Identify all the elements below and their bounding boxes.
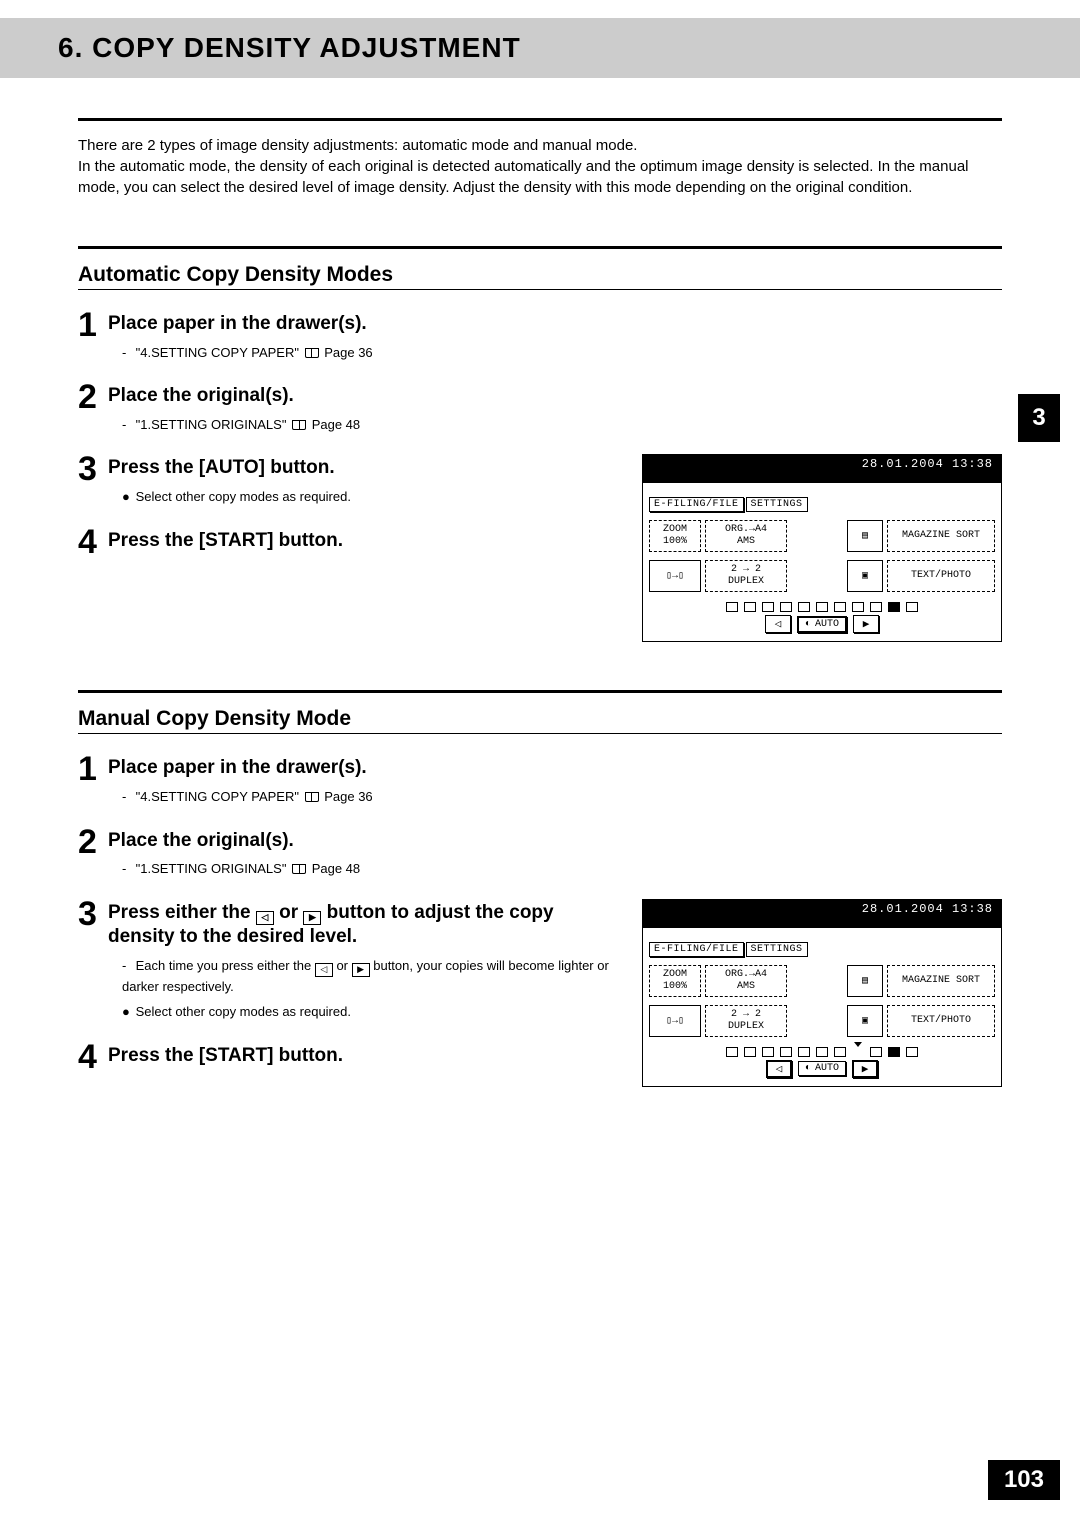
btn-text-photo[interactable]: TEXT/PHOTO [887,560,995,592]
step-title: Press the [START] button. [108,1044,614,1069]
step-note: ● Select other copy modes as required. [122,487,614,507]
btn-zoom[interactable]: ZOOM100% [649,520,701,552]
btn-org[interactable]: ORG.→A4AMS [705,520,787,552]
step-row: 2 Place the original(s). - "1.SETTING OR… [78,380,1002,434]
btn-magazine-sort[interactable]: MAGAZINE SORT [887,520,995,552]
book-icon [305,348,319,358]
step-number: 2 [78,825,108,859]
step-ref: - "4.SETTING COPY PAPER" Page 36 [122,343,1002,363]
section-heading-manual: Manual Copy Density Mode [78,707,1002,731]
finisher-icon[interactable]: ▤ [847,520,883,552]
step-row: 3 Press either the ◁ or ▶ button to adju… [78,897,614,1022]
darker-button[interactable]: ▶ [852,1060,878,1078]
divider [78,289,1002,290]
step-number: 4 [78,1040,108,1074]
darker-icon: ▶ [352,963,370,977]
btn-org[interactable]: ORG.→A4AMS [705,965,787,997]
step-number: 3 [78,452,108,486]
darker-button[interactable]: ▶ [853,615,879,633]
mode-icon[interactable]: ▣ [847,1005,883,1037]
btn-magazine-sort[interactable]: MAGAZINE SORT [887,965,995,997]
panel-datetime: 28.01.2004 13:38 [643,900,1001,928]
lighter-button[interactable]: ◁ [765,615,791,633]
auto-icon: ◐ [805,619,811,630]
step-ref: - "1.SETTING ORIGINALS" Page 48 [122,859,1002,879]
auto-button[interactable]: ◐ AUTO [797,616,847,633]
duplex-icon[interactable]: ▯→▯ [649,1005,701,1037]
step-row: 1 Place paper in the drawer(s). - "4.SET… [78,752,1002,806]
content-area: There are 2 types of image density adjus… [78,118,1002,1087]
step-number: 3 [78,897,108,931]
lighter-button[interactable]: ◁ [766,1060,792,1078]
auto-icon: ◐ [805,1063,811,1074]
duplex-icon[interactable]: ▯→▯ [649,560,701,592]
step-title: Press either the ◁ or ▶ button to adjust… [108,901,614,950]
step-title: Place the original(s). [108,384,1002,409]
darker-icon: ▶ [303,911,321,925]
step-number: 2 [78,380,108,414]
lcd-panel-manual: 28.01.2004 13:38 E-FILING/FILE SETTINGS … [642,899,1002,1087]
step-title: Place the original(s). [108,829,1002,854]
tab-settings[interactable]: SETTINGS [746,497,808,512]
mode-icon[interactable]: ▣ [847,560,883,592]
density-scale [643,1041,1001,1060]
step-number: 1 [78,308,108,342]
tab-efiling[interactable]: E-FILING/FILE [649,497,744,512]
chapter-tab: 3 [1018,394,1060,442]
step-title: Press the [AUTO] button. [108,456,614,481]
step-title: Place paper in the drawer(s). [108,312,1002,337]
book-icon [292,864,306,874]
lighter-icon: ◁ [315,963,333,977]
tab-settings[interactable]: SETTINGS [746,942,808,957]
btn-duplex[interactable]: 2 → 2DUPLEX [705,1005,787,1037]
step-ref: - "1.SETTING ORIGINALS" Page 48 [122,415,1002,435]
lcd-panel-auto: 28.01.2004 13:38 E-FILING/FILE SETTINGS … [642,454,1002,642]
finisher-icon[interactable]: ▤ [847,965,883,997]
step-sub: - Each time you press either the ◁ or ▶ … [122,956,614,996]
lighter-icon: ◁ [256,911,274,925]
step-row: 2 Place the original(s). - "1.SETTING OR… [78,825,1002,879]
step-ref: - "4.SETTING COPY PAPER" Page 36 [122,787,1002,807]
title-bar: 6. COPY DENSITY ADJUSTMENT [0,18,1080,78]
panel-datetime: 28.01.2004 13:38 [643,455,1001,483]
divider [78,690,1002,693]
book-icon [292,420,306,430]
btn-duplex[interactable]: 2 → 2DUPLEX [705,560,787,592]
book-icon [305,792,319,802]
step-row: 3 Press the [AUTO] button. ● Select othe… [78,452,614,506]
divider [78,733,1002,734]
step-row: 4 Press the [START] button. [78,1040,614,1074]
step-number: 1 [78,752,108,786]
divider [78,118,1002,121]
page-title: 6. COPY DENSITY ADJUSTMENT [58,32,1080,64]
density-scale [643,596,1001,615]
divider [78,246,1002,249]
btn-text-photo[interactable]: TEXT/PHOTO [887,1005,995,1037]
tab-efiling[interactable]: E-FILING/FILE [649,942,744,957]
btn-zoom[interactable]: ZOOM100% [649,965,701,997]
step-title: Place paper in the drawer(s). [108,756,1002,781]
step-note: ● Select other copy modes as required. [122,1002,614,1022]
section-heading-auto: Automatic Copy Density Modes [78,263,1002,287]
intro-text: There are 2 types of image density adjus… [78,135,1002,198]
auto-button[interactable]: ◐ AUTO [798,1061,846,1076]
step-title: Press the [START] button. [108,529,614,554]
step-row: 1 Place paper in the drawer(s). - "4.SET… [78,308,1002,362]
page-number: 103 [988,1460,1060,1500]
step-number: 4 [78,525,108,559]
step-row: 4 Press the [START] button. [78,525,614,559]
